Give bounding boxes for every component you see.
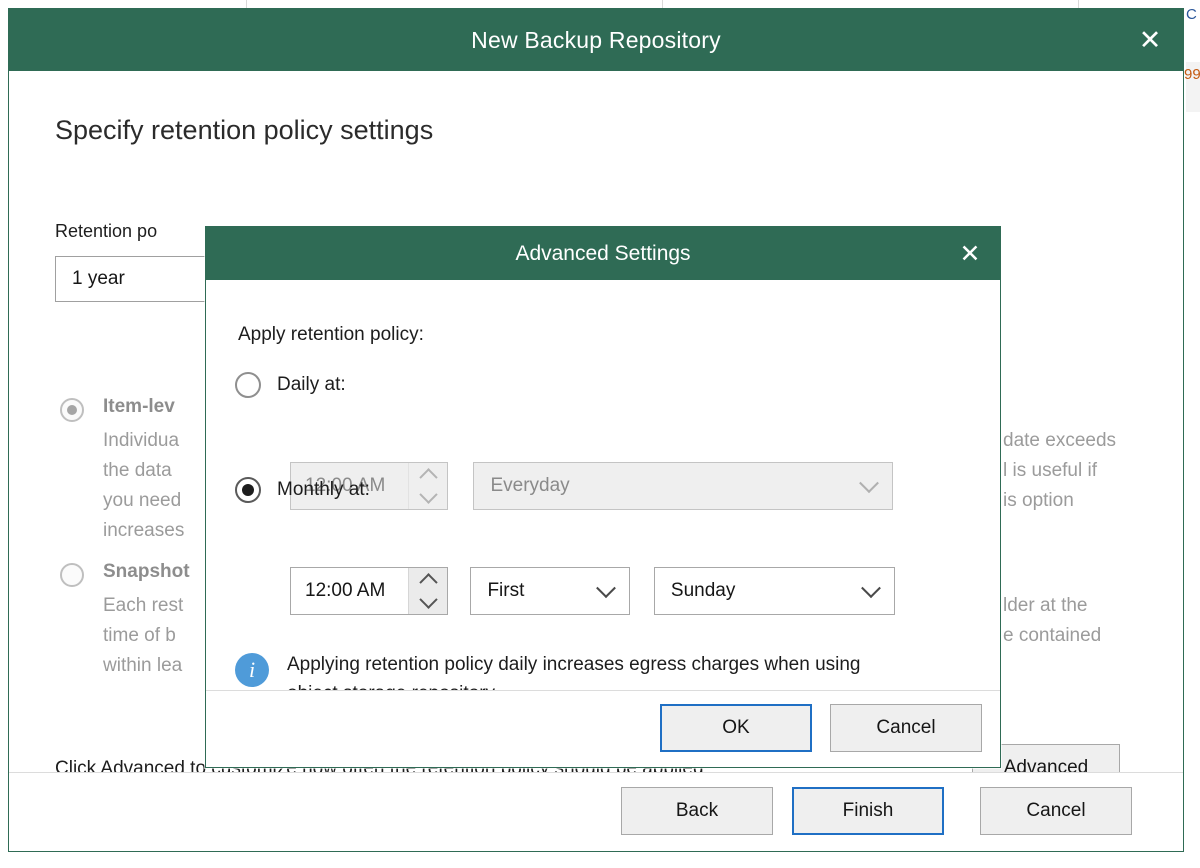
ok-button[interactable]: OK <box>660 704 812 752</box>
close-icon[interactable]: ✕ <box>940 227 1000 280</box>
radio-daily-at-label: Daily at: <box>277 374 346 395</box>
daily-controls-row: 12:00 AM Everyday <box>290 462 894 510</box>
option-snapshot-desc-right: lder at the e contained <box>1003 595 1102 646</box>
close-icon[interactable]: ✕ <box>1117 9 1183 71</box>
advanced-settings-title: Advanced Settings <box>515 241 691 265</box>
chevron-down-icon[interactable] <box>409 590 447 614</box>
wizard-titlebar: New Backup Repository ✕ <box>9 9 1183 71</box>
radio-monthly-at-label: Monthly at: <box>277 479 370 500</box>
chevron-down-icon <box>861 578 881 599</box>
option-snapshot-title: Snapshot <box>103 561 190 582</box>
wizard-title: New Backup Repository <box>471 26 721 53</box>
option-item-level-desc-right: date exceeds l is useful if is option <box>1003 430 1117 511</box>
monthly-time-spinner[interactable]: 12:00 AM <box>290 567 448 615</box>
wizard-cancel-button[interactable]: Cancel <box>980 787 1132 835</box>
chevron-up-icon <box>409 463 447 487</box>
monthly-time-spinner-buttons[interactable] <box>408 568 447 614</box>
option-snapshot-radio[interactable] <box>60 563 84 587</box>
monthly-ordinal-value: First <box>487 580 525 601</box>
option-item-level-radio[interactable] <box>60 398 84 422</box>
advanced-settings-footer: OK Cancel <box>206 690 1000 767</box>
wizard-footer: Back Finish Cancel <box>9 772 1183 851</box>
finish-button[interactable]: Finish <box>792 787 944 835</box>
monthly-weekday-dropdown[interactable]: Sunday <box>653 567 895 615</box>
advanced-settings-titlebar: Advanced Settings ✕ <box>206 227 1000 280</box>
radio-daily-at-mark[interactable] <box>235 372 261 398</box>
backdrop-text-fragment: C <box>1186 6 1197 23</box>
radio-monthly-at[interactable]: Monthly at: <box>235 477 370 503</box>
back-button[interactable]: Back <box>621 787 773 835</box>
monthly-weekday-value: Sunday <box>670 580 736 601</box>
chevron-down-icon <box>409 485 447 509</box>
cancel-button[interactable]: Cancel <box>830 704 982 752</box>
advanced-settings-body: Apply retention policy: Daily at: 12:00 … <box>206 280 1000 704</box>
info-icon: i <box>235 653 269 687</box>
advanced-settings-dialog: Advanced Settings ✕ Apply retention poli… <box>205 226 1001 768</box>
retention-period-value: 1 year <box>72 268 125 289</box>
backdrop-number-fragment: 99 <box>1184 66 1200 83</box>
page-title: Specify retention policy settings <box>55 115 434 145</box>
monthly-ordinal-dropdown[interactable]: First <box>470 567 631 615</box>
new-backup-repository-window: New Backup Repository ✕ Specify retentio… <box>8 8 1184 852</box>
radio-monthly-at-mark[interactable] <box>235 477 261 503</box>
daily-frequency-value: Everyday <box>490 475 570 496</box>
chevron-up-icon[interactable] <box>409 568 447 592</box>
daily-frequency-dropdown: Everyday <box>473 462 894 510</box>
wizard-body: Specify retention policy settings Retent… <box>9 71 1183 792</box>
radio-daily-at[interactable]: Daily at: <box>235 372 346 398</box>
monthly-controls-row: 12:00 AM First Sunday <box>290 567 895 615</box>
apply-retention-policy-label: Apply retention policy: <box>238 324 424 345</box>
daily-time-spinner-buttons <box>408 463 447 509</box>
retention-policy-label: Retention po <box>55 221 158 241</box>
monthly-time-value: 12:00 AM <box>305 580 386 601</box>
chevron-down-icon <box>859 473 880 494</box>
option-item-level-title: Item-lev <box>103 396 175 417</box>
chevron-down-icon <box>596 578 617 599</box>
